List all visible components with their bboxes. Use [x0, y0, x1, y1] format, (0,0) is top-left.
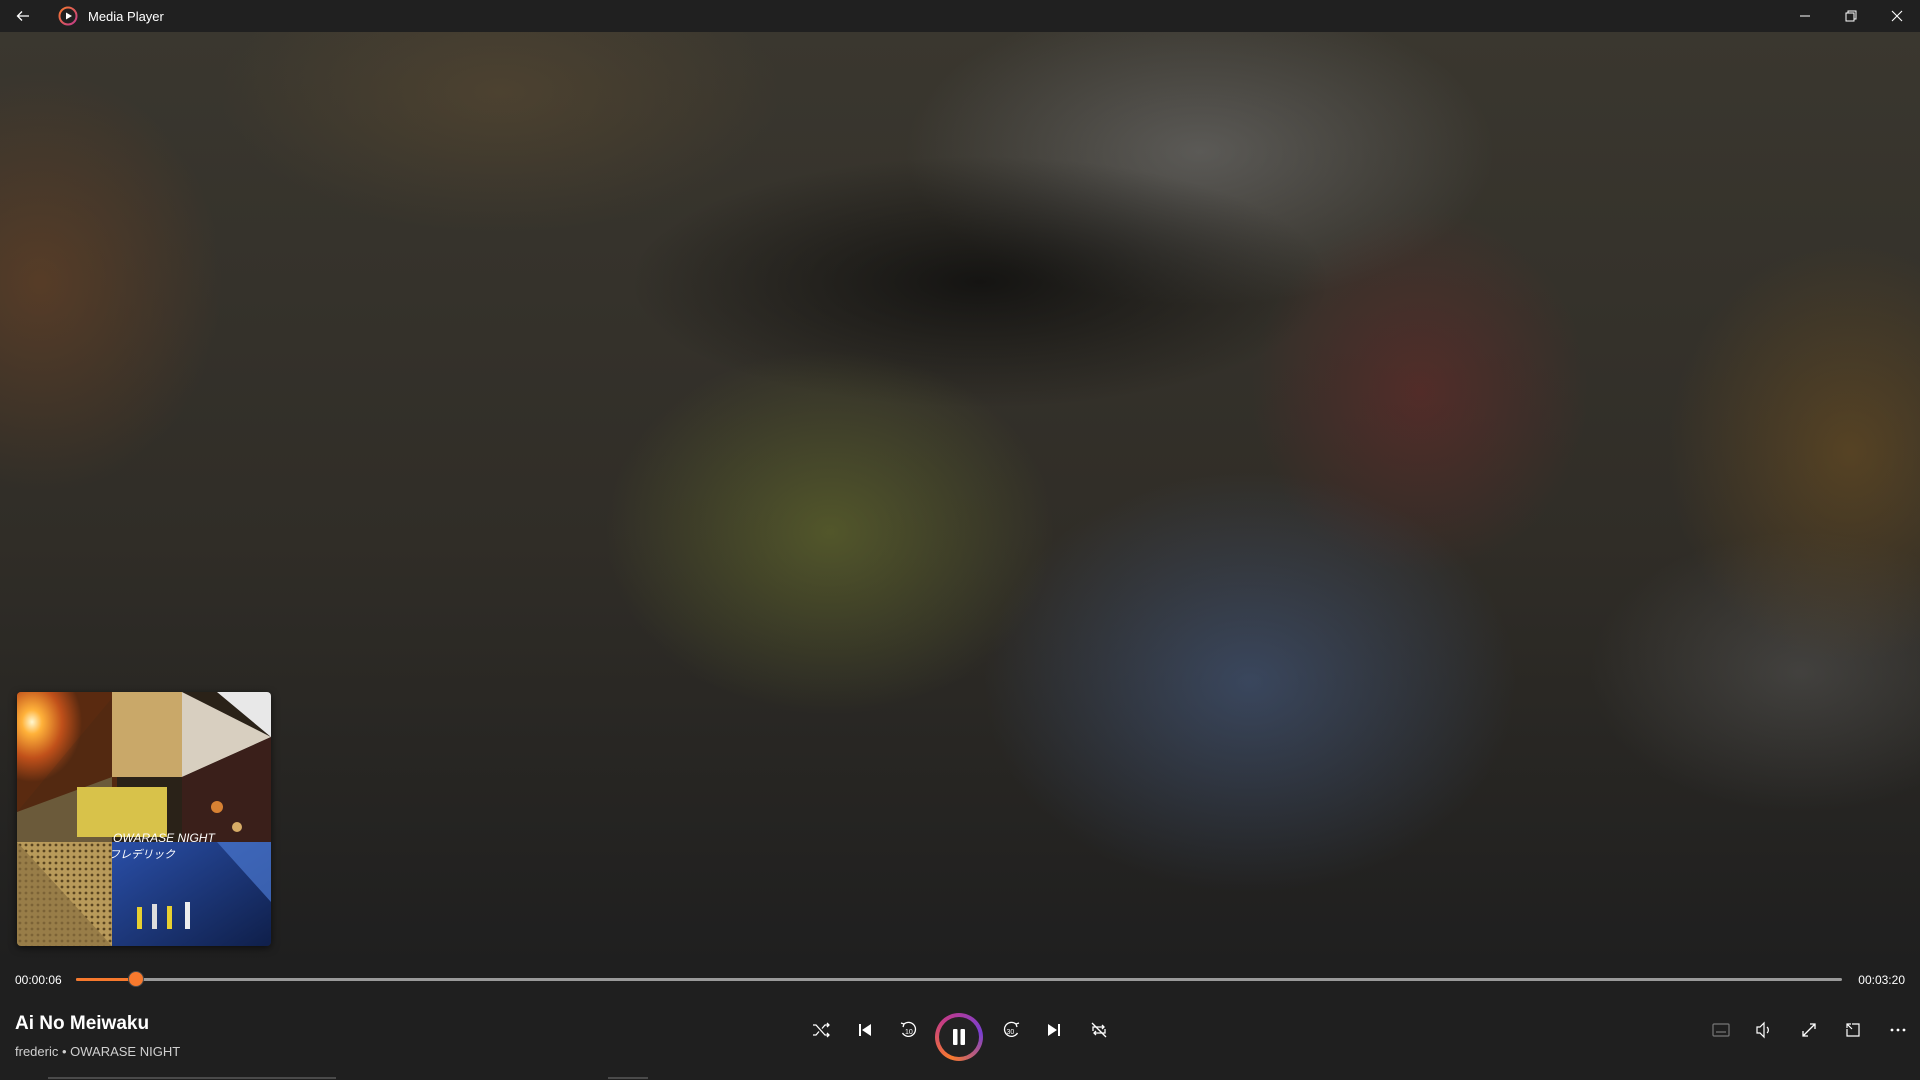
seek-bar-progress	[76, 978, 137, 981]
repeat-off-icon	[1091, 1022, 1107, 1038]
close-icon	[1891, 10, 1903, 22]
back-button[interactable]	[0, 0, 46, 32]
forward-30-icon: 30	[1003, 1021, 1020, 1037]
album-art: OWARASE NIGHT フレデリック	[17, 692, 271, 946]
album-art-title-text: OWARASE NIGHT	[113, 831, 216, 845]
rewind-label: 10	[905, 1029, 913, 1036]
volume-icon	[1756, 1021, 1769, 1039]
current-time: 00:00:06	[15, 973, 62, 987]
taskbar-strip	[608, 1077, 648, 1079]
mini-player-icon	[1846, 1023, 1860, 1037]
restore-button[interactable]	[1828, 0, 1874, 32]
shuffle-button[interactable]	[803, 1012, 839, 1048]
captions-button[interactable]	[1703, 1012, 1739, 1048]
rewind-10-icon: 10	[900, 1021, 917, 1037]
song-title[interactable]: Ai No Meiwaku	[15, 1013, 149, 1035]
media-player-app-icon	[58, 6, 78, 26]
window-title: Media Player	[88, 8, 164, 24]
more-options-button[interactable]	[1880, 1012, 1916, 1048]
forward-label: 30	[1007, 1029, 1015, 1036]
mini-player-button[interactable]	[1835, 1012, 1871, 1048]
album-art-artist-text: フレデリック	[109, 848, 176, 861]
play-pause-button[interactable]	[935, 1013, 983, 1061]
next-track-icon	[1048, 1024, 1060, 1036]
title-bar: Media Player	[0, 0, 1920, 32]
blurred-artwork-background	[0, 32, 1920, 962]
playback-control-panel: 00:00:06 00:03:20 Ai No Meiwaku frederic…	[0, 962, 1920, 1080]
fullscreen-button[interactable]	[1791, 1012, 1827, 1048]
back-arrow-icon	[16, 11, 29, 21]
restore-icon	[1845, 10, 1857, 22]
total-duration: 00:03:20	[1858, 973, 1905, 987]
minimize-icon	[1800, 15, 1810, 17]
close-button[interactable]	[1874, 0, 1920, 32]
seek-bar[interactable]	[76, 971, 1842, 987]
volume-button[interactable]	[1746, 1012, 1782, 1048]
more-options-icon	[1890, 1028, 1906, 1032]
repeat-button[interactable]	[1081, 1012, 1117, 1048]
forward-30-button[interactable]: 30	[993, 1012, 1029, 1048]
artist-album[interactable]: frederic • OWARASE NIGHT	[15, 1044, 180, 1059]
taskbar-strip	[48, 1077, 336, 1079]
previous-track-icon	[859, 1024, 871, 1036]
shuffle-icon	[813, 1022, 830, 1038]
minimize-button[interactable]	[1782, 0, 1828, 32]
seek-bar-thumb[interactable]	[128, 971, 145, 987]
rewind-10-button[interactable]: 10	[891, 1012, 927, 1048]
fullscreen-icon	[1802, 1023, 1816, 1037]
pause-icon	[953, 1029, 965, 1045]
captions-icon	[1712, 1023, 1730, 1037]
previous-button[interactable]	[847, 1012, 883, 1048]
next-button[interactable]	[1036, 1012, 1072, 1048]
